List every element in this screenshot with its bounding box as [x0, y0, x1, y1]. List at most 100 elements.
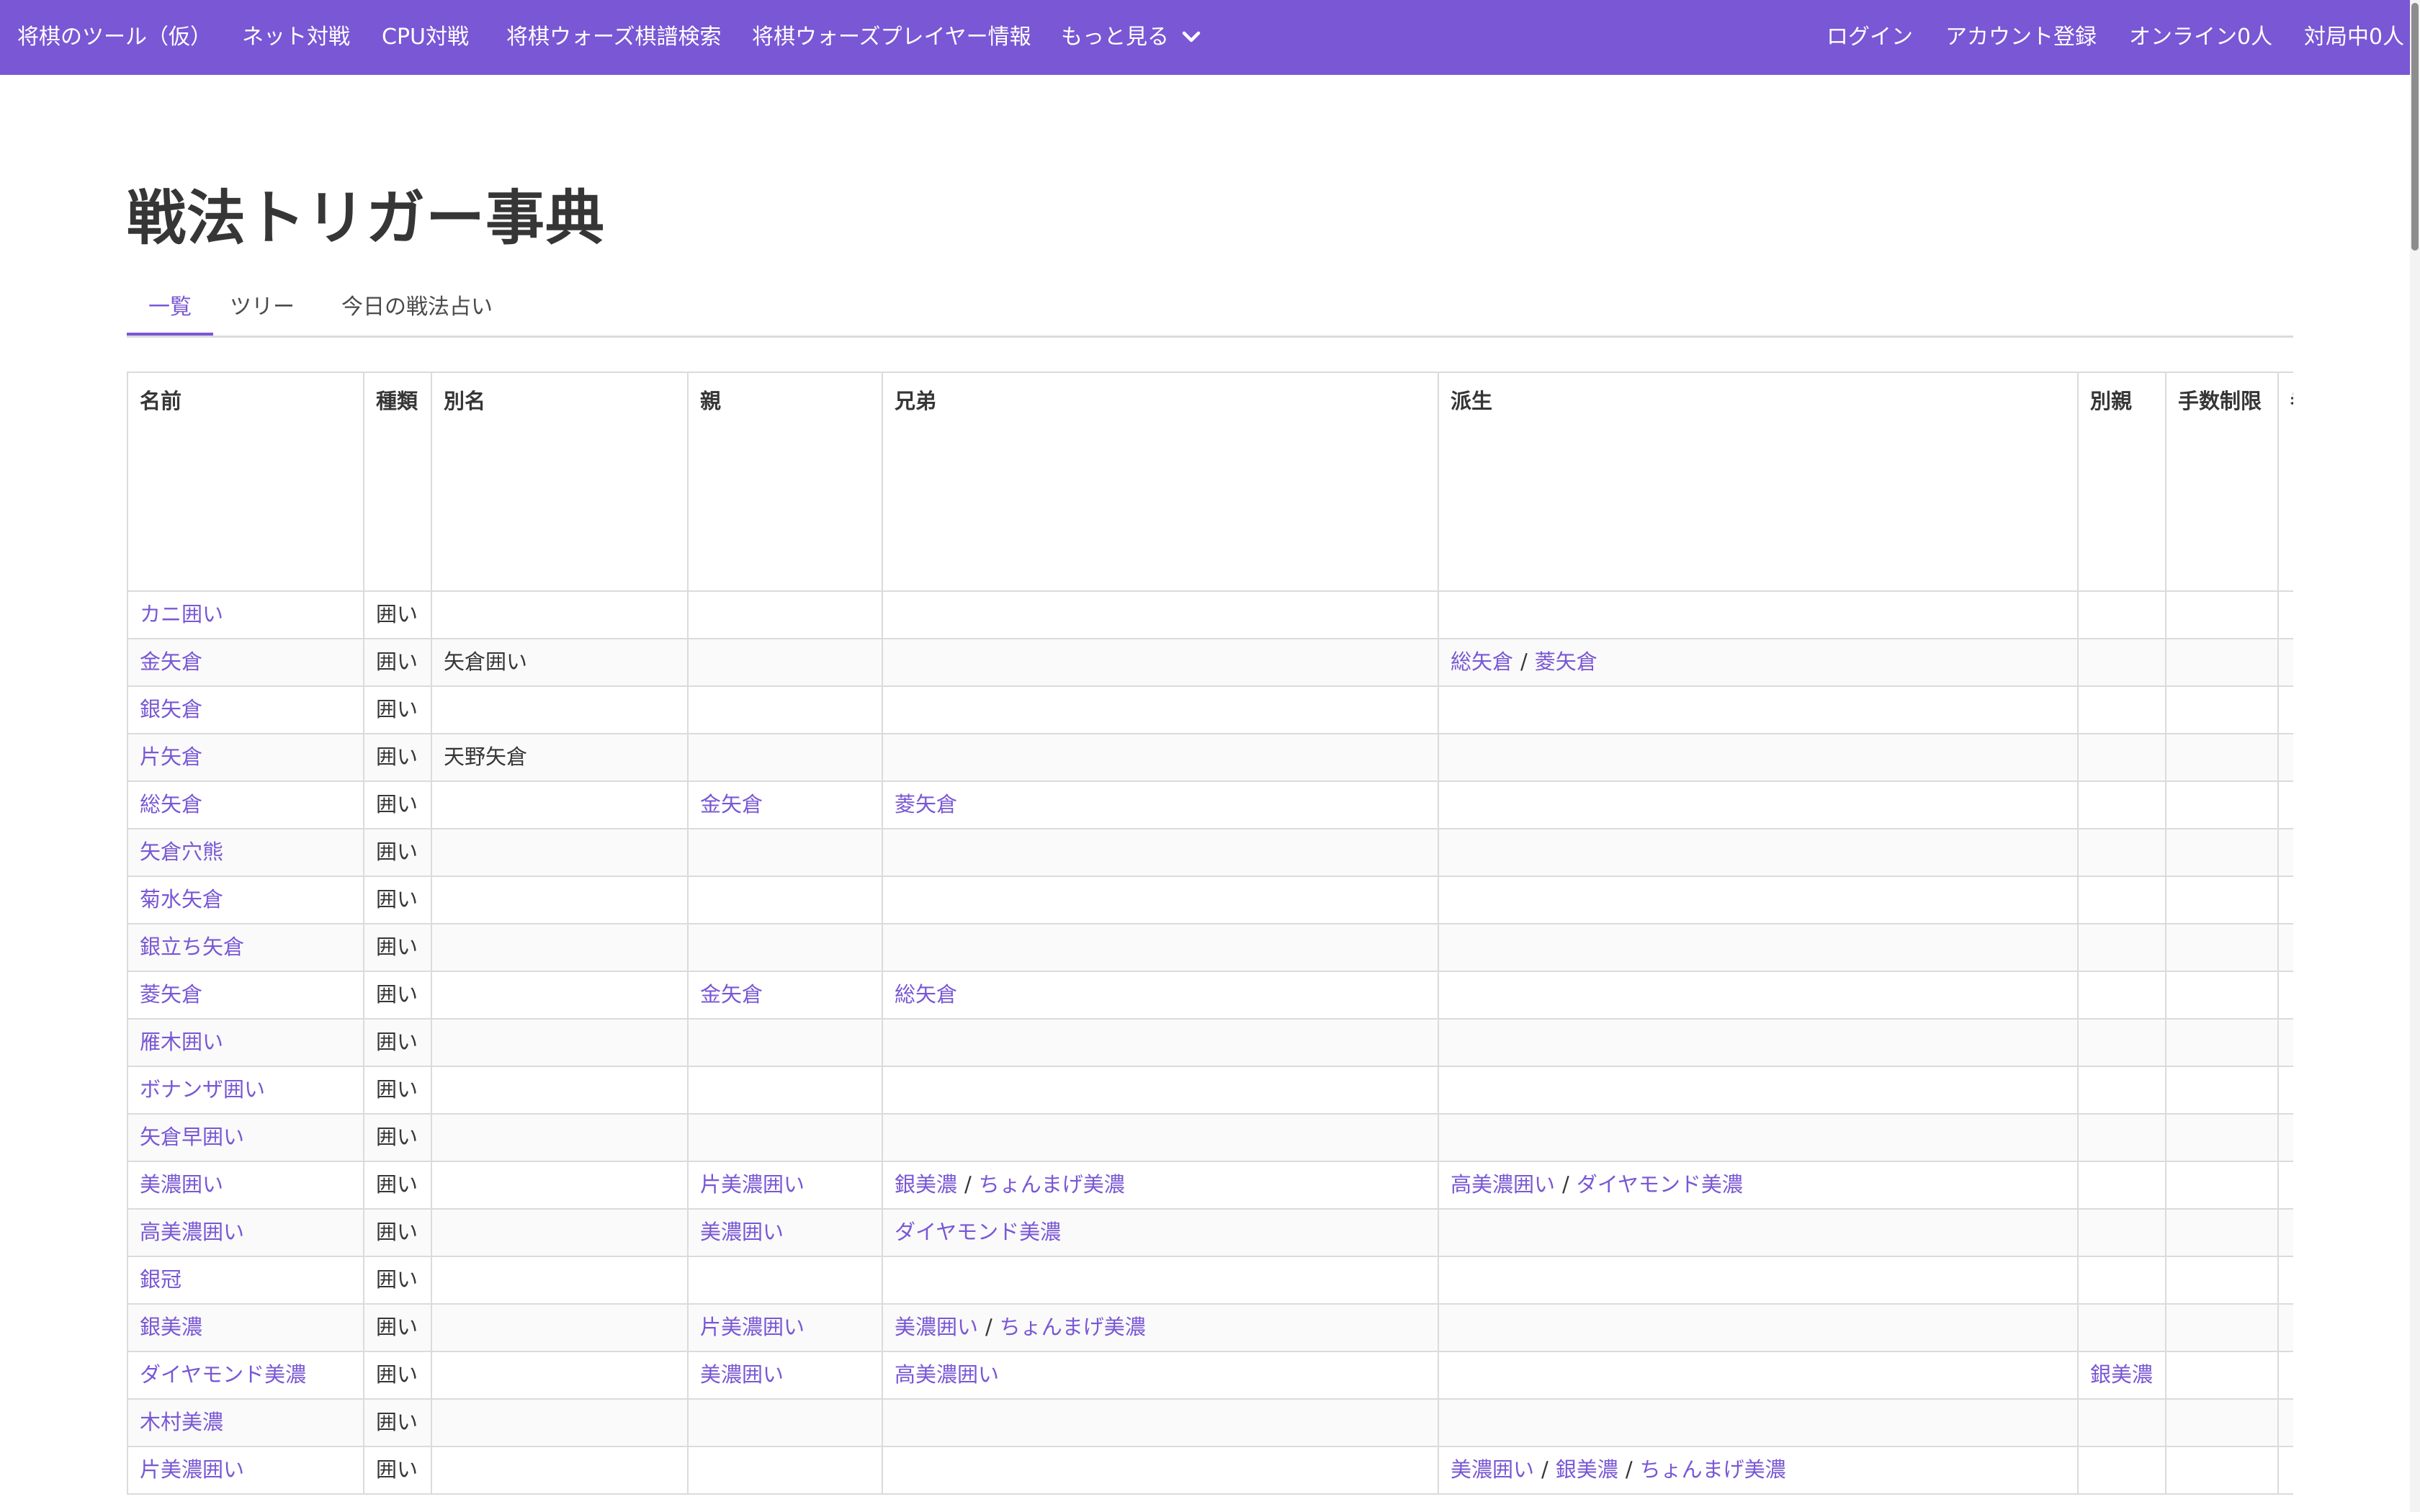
derived-link[interactable]: 総矢倉 [1451, 649, 1513, 674]
cell-name: 菊水矢倉 [127, 876, 364, 924]
column-header-move-limit[interactable]: 手数制限 [2165, 372, 2279, 592]
login-link[interactable]: ログイン [1827, 0, 1913, 75]
parent-link[interactable]: 美濃囲い [700, 1220, 784, 1244]
tactic-name-link[interactable]: 美濃囲い [140, 1172, 223, 1197]
tactic-name-link[interactable]: 総矢倉 [140, 792, 202, 816]
sibling-link[interactable]: ちょんまげ美濃 [1000, 1315, 1146, 1339]
derived-link[interactable]: 美濃囲い [1451, 1457, 1534, 1482]
column-header-clipped[interactable]: 者 [2277, 372, 2293, 592]
cell-sibling [882, 1018, 1439, 1067]
column-header-alias[interactable]: 別名 [431, 372, 689, 592]
tactic-name-link[interactable]: 木村美濃 [140, 1410, 223, 1434]
tactic-name-link[interactable]: 矢倉早囲い [140, 1125, 244, 1149]
derived-link[interactable]: ダイヤモンド美濃 [1577, 1172, 1743, 1197]
cell-sibling [882, 1113, 1439, 1162]
cell-move-limit [2165, 1351, 2279, 1400]
tactic-name-link[interactable]: 矢倉穴熊 [140, 840, 223, 864]
online-count[interactable]: オンライン0人 [2129, 0, 2272, 75]
in-game-count[interactable]: 対局中0人 [2304, 0, 2404, 75]
column-header-alt-parent[interactable]: 別親 [2077, 372, 2166, 592]
view-tabs: 一覧 ツリー 今日の戦法占い [127, 285, 2293, 338]
sibling-link[interactable]: ちょんまげ美濃 [979, 1172, 1125, 1197]
nav-item-net-match[interactable]: ネット対戦 [242, 0, 350, 75]
alt-parent-link[interactable]: 銀美濃 [2090, 1362, 2153, 1387]
signup-link[interactable]: アカウント登録 [1945, 0, 2097, 75]
brand-link[interactable]: 将棋のツール（仮） [17, 0, 212, 75]
tactic-name-link[interactable]: ダイヤモンド美濃 [140, 1362, 306, 1387]
derived-link[interactable]: 銀美濃 [1556, 1457, 1618, 1482]
sibling-link[interactable]: 銀美濃 [895, 1172, 957, 1197]
derived-link[interactable]: ちょんまげ美濃 [1640, 1457, 1786, 1482]
cell-derived [1438, 1208, 2079, 1257]
cell-move-limit [2165, 780, 2279, 829]
tactics-table-container[interactable]: 名前 種類 別名 親 兄弟 派生 別親 手数制限 者 カニ囲い囲い金矢倉囲い矢倉… [127, 372, 2293, 1512]
tactic-name-link[interactable]: 銀立ち矢倉 [140, 935, 244, 959]
table-row: 銀冠 囲い [127, 1256, 2293, 1305]
table-row: 菊水矢倉 囲い [127, 876, 2293, 924]
cell-clipped [2277, 1208, 2293, 1257]
tactic-name-link[interactable]: 菊水矢倉 [140, 887, 223, 912]
cell-alt-parent [2077, 1446, 2166, 1495]
tactic-name-link[interactable]: 銀冠 [140, 1267, 182, 1292]
column-header-kind[interactable]: 種類 [363, 372, 432, 592]
column-header-parent[interactable]: 親 [687, 372, 883, 592]
cell-derived [1438, 1113, 2079, 1162]
tactic-name-link[interactable]: 片矢倉 [140, 744, 202, 769]
cell-clipped [2277, 1113, 2293, 1162]
derived-link[interactable]: 菱矢倉 [1535, 649, 1597, 674]
tactic-name-link[interactable]: 片美濃囲い [140, 1457, 244, 1482]
tactic-name-link[interactable]: カニ囲い [140, 602, 223, 626]
cell-sibling [882, 638, 1439, 687]
column-header-siblings[interactable]: 兄弟 [882, 372, 1439, 592]
cell-clipped [2277, 876, 2293, 924]
cell-sibling [882, 923, 1439, 972]
nav-more-dropdown[interactable]: もっと見る [1061, 0, 1201, 75]
parent-link[interactable]: 金矢倉 [700, 982, 763, 1007]
cell-derived [1438, 780, 2079, 829]
tactic-name-link[interactable]: 菱矢倉 [140, 982, 202, 1007]
parent-link[interactable]: 片美濃囲い [700, 1172, 805, 1197]
tab-fortune[interactable]: 今日の戦法占い [341, 285, 493, 336]
cell-kind: 囲い [363, 733, 432, 782]
sibling-link[interactable]: 菱矢倉 [895, 792, 957, 816]
cell-name: 金矢倉 [127, 638, 364, 687]
tab-list[interactable]: 一覧 [127, 285, 213, 336]
cell-alt-parent [2077, 638, 2166, 687]
table-row: 木村美濃 囲い [127, 1398, 2293, 1447]
parent-link[interactable]: 金矢倉 [700, 792, 763, 816]
tactic-name-link[interactable]: ボナンザ囲い [140, 1077, 265, 1102]
parent-link[interactable]: 美濃囲い [700, 1362, 784, 1387]
nav-item-cpu-match[interactable]: CPU対戦 [382, 0, 469, 75]
tactic-name-link[interactable]: 銀美濃 [140, 1315, 202, 1339]
tactic-name-link[interactable]: 雁木囲い [140, 1030, 223, 1054]
tab-tree[interactable]: ツリー [225, 285, 300, 336]
cell-parent: 美濃囲い [687, 1208, 883, 1257]
cell-derived [1438, 828, 2079, 877]
cell-alias [431, 1018, 689, 1067]
parent-link[interactable]: 片美濃囲い [700, 1315, 805, 1339]
page-scrollbar[interactable] [2410, 0, 2420, 1512]
cell-name: 美濃囲い [127, 1161, 364, 1210]
sibling-link[interactable]: 美濃囲い [895, 1315, 978, 1339]
cell-alias [431, 923, 689, 972]
sibling-link[interactable]: 高美濃囲い [895, 1362, 999, 1387]
scrollbar-thumb[interactable] [2411, 3, 2419, 251]
tactic-name-link[interactable]: 銀矢倉 [140, 697, 202, 721]
nav-item-player-info[interactable]: 将棋ウォーズプレイヤー情報 [752, 0, 1031, 75]
cell-move-limit [2165, 828, 2279, 877]
cell-alias [431, 971, 689, 1020]
nav-item-kifu-search[interactable]: 将棋ウォーズ棋譜検索 [506, 0, 722, 75]
cell-kind: 囲い [363, 1398, 432, 1447]
cell-name: 矢倉早囲い [127, 1113, 364, 1162]
sibling-link[interactable]: 総矢倉 [895, 982, 957, 1007]
sibling-link[interactable]: ダイヤモンド美濃 [895, 1220, 1061, 1244]
tactic-name-link[interactable]: 金矢倉 [140, 649, 202, 674]
table-row: 銀美濃 囲い 片美濃囲い 美濃囲い / ちょんまげ美濃 [127, 1303, 2293, 1352]
table-row: 総矢倉 囲い 金矢倉 菱矢倉 [127, 780, 2293, 829]
column-header-derived[interactable]: 派生 [1438, 372, 2079, 592]
column-header-name[interactable]: 名前 [127, 372, 364, 592]
table-row: 高美濃囲い 囲い 美濃囲い ダイヤモンド美濃 [127, 1208, 2293, 1257]
tactic-name-link[interactable]: 高美濃囲い [140, 1220, 244, 1244]
derived-link[interactable]: 高美濃囲い [1451, 1172, 1555, 1197]
table-row: カニ囲い 囲い [127, 590, 2293, 639]
